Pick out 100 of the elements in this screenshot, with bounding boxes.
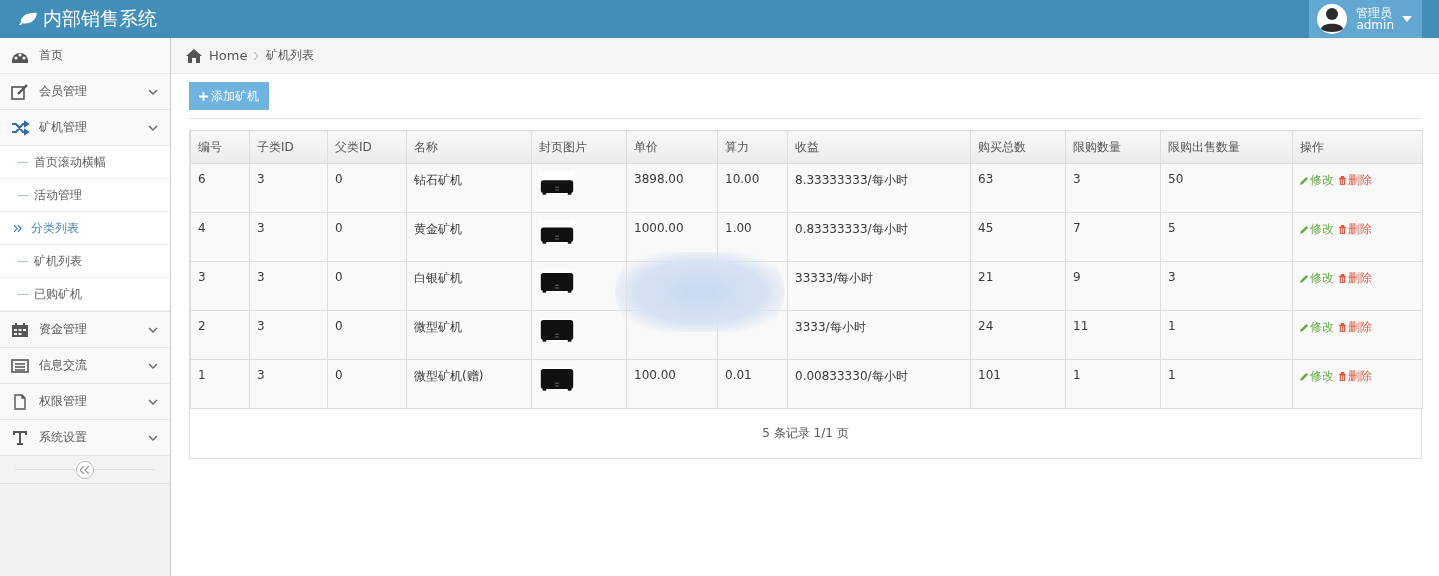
table-cell: 5 [1168,221,1176,235]
table-cell: 1 [1073,368,1081,382]
edit-link[interactable]: 修改 [1300,221,1334,238]
trash-icon [1338,274,1347,283]
table-cell: 1 [1168,368,1176,382]
table-cell: 0.01 [725,368,752,382]
table-cell: 9 [1073,270,1081,284]
double-chevron-left-icon [80,465,90,474]
table-cell: 3 [198,270,206,284]
pencil-icon [1300,372,1309,381]
column-header: 限购数量 [1065,130,1161,164]
table-cell: 1.00 [725,221,752,235]
chevron-icon [148,398,158,405]
table-cell: 45 [978,221,994,235]
leaf-icon [18,12,38,26]
table-cell: 1000.00 [634,221,684,235]
nav-icon [11,119,29,136]
table-cell: 微型矿机(赠) [414,369,484,383]
table-cell: 0 [335,368,343,382]
table-cell: 0 [335,221,343,235]
table-cell: 1 [198,368,206,382]
table-cell: 33333/每小时 [795,271,874,285]
delete-link[interactable]: 删除 [1338,319,1372,336]
pagination-info: 5 条记录 1/1 页 [761,425,850,442]
submenu-item[interactable]: 首页滚动横幅 [0,146,170,179]
table-cell: 0 [335,270,343,284]
home-icon [186,48,202,63]
table-cell: 50 [1168,172,1184,186]
chevron-icon [148,88,158,95]
delete-link[interactable]: 删除 [1338,368,1372,385]
chevron-icon [148,434,158,441]
column-header: 收益 [787,130,971,164]
nav-icon [11,321,29,338]
submenu-item[interactable]: 矿机列表 [0,245,170,278]
table-cell: 8.33333333/每小时 [795,173,908,187]
nav-item[interactable]: 资金管理 [0,312,170,348]
delete-link[interactable]: 删除 [1338,172,1372,189]
submenu-item[interactable]: 活动管理 [0,179,170,212]
table-cell: 4 [198,221,206,235]
table-cell: 63 [978,172,994,186]
column-header: 单价 [626,130,718,164]
avatar-icon [1316,3,1349,35]
column-header: 操作 [1292,130,1423,164]
table-cell: 1 [1168,319,1176,333]
table-cell: 3 [257,368,265,382]
nav-item[interactable]: 首页 [0,38,170,74]
table-cell: 21 [978,270,994,284]
nav-icon [11,393,29,410]
caret-icon [1402,16,1412,22]
column-header: 购买总数 [970,130,1066,164]
nav-item[interactable]: 系统设置 [0,420,170,456]
table-cell: 0.83333333/每小时 [795,222,908,236]
nav-icon [11,357,29,374]
trash-icon [1338,225,1347,234]
pencil-icon [1300,274,1309,283]
column-header: 子类ID [249,130,328,164]
table-cell: 3898.00 [634,172,684,186]
table-cell: 0 [335,319,343,333]
trash-icon [1338,323,1347,332]
pencil-icon [1300,176,1309,185]
submenu-item[interactable]: 已购矿机 [0,278,170,311]
plus-icon [199,91,208,101]
nav-item[interactable]: 会员管理 [0,74,170,110]
delete-link[interactable]: 删除 [1338,221,1372,238]
edit-link[interactable]: 修改 [1300,270,1334,287]
edit-link[interactable]: 修改 [1300,368,1334,385]
column-header: 名称 [406,130,532,164]
table-cell: 6 [198,172,206,186]
table-cell: 7 [1073,221,1081,235]
column-header: 限购出售数量 [1160,130,1293,164]
collapse-sidebar-button[interactable] [76,460,94,479]
trash-icon [1338,372,1347,381]
table-cell: 3 [1168,270,1176,284]
chevron-icon [148,124,158,131]
table-cell: 3 [257,221,265,235]
table-cell: 3333/每小时 [795,320,866,334]
breadcrumb-link[interactable]: Home [209,48,248,63]
pencil-icon [1300,225,1309,234]
table-cell: 黄金矿机 [414,222,462,236]
nav-item[interactable]: 矿机管理 [0,110,170,146]
table-cell: 100.00 [634,368,676,382]
edit-link[interactable]: 修改 [1300,319,1334,336]
user-menu-button[interactable]: 管理员 admin [1309,0,1422,38]
table-cell: 3 [257,172,265,186]
nav-item[interactable]: 信息交流 [0,348,170,384]
delete-link[interactable]: 删除 [1338,270,1372,287]
column-header: 封页图片 [531,130,627,164]
app-title: 内部销售系统 [43,6,157,31]
nav-icon [11,429,29,446]
column-header: 算力 [717,130,788,164]
table-cell: 3 [1073,172,1081,186]
nav-item[interactable]: 权限管理 [0,384,170,420]
edit-link[interactable]: 修改 [1300,172,1334,189]
table-cell: 白银矿机 [414,271,462,285]
breadcrumb-current: 矿机列表 [266,47,315,64]
add-button[interactable]: 添加矿机 [189,82,269,110]
table-cell: 24 [978,319,994,333]
table-cell: 11 [1073,319,1089,333]
submenu-item[interactable]: 分类列表 [0,212,170,245]
table-cell: 0 [335,172,343,186]
